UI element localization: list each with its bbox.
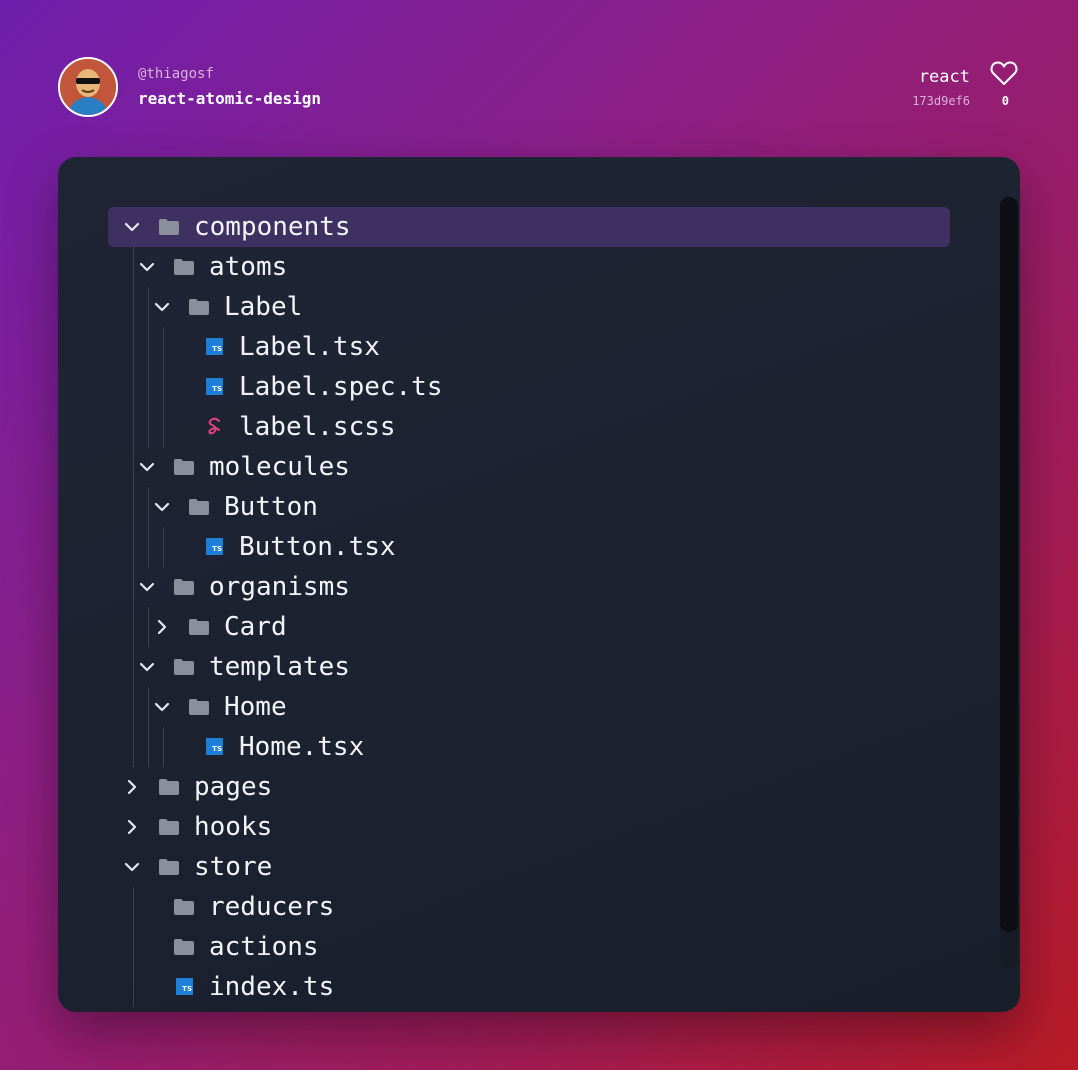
tree-file-item[interactable]: TS Home.tsx <box>58 727 1020 767</box>
indent-guide <box>148 607 149 647</box>
chevron-right-icon[interactable] <box>154 619 170 635</box>
chevron-down-icon[interactable] <box>139 659 155 675</box>
indent-guide <box>133 247 134 767</box>
chevron-down-icon[interactable] <box>124 219 140 235</box>
sass-file-icon <box>208 417 220 435</box>
indent-guide <box>148 487 149 567</box>
indent-guide <box>163 727 164 767</box>
tree-item-label: index.ts <box>209 972 335 1002</box>
tree-file-item[interactable]: label.scss <box>58 407 1020 447</box>
indent-guide <box>148 687 149 767</box>
tree-file-item[interactable]: TS index.ts <box>58 967 1020 1007</box>
tree-folder-item[interactable]: store <box>58 847 1020 887</box>
author-handle[interactable]: @thiagosf <box>138 66 214 82</box>
folder-icon <box>174 459 194 475</box>
chevron-down-icon[interactable] <box>154 299 170 315</box>
tree-file-item[interactable]: TS Label.spec.ts <box>58 367 1020 407</box>
chevron-right-icon[interactable] <box>124 779 140 795</box>
file-tree-panel: components atoms Label TS Label.tsx TS Label.s… <box>58 157 1020 1012</box>
typescript-file-icon: TS <box>206 338 223 355</box>
folder-icon <box>189 299 209 315</box>
tree-folder-item[interactable]: Label <box>58 287 1020 327</box>
chevron-down-icon[interactable] <box>139 459 155 475</box>
tree-folder-item[interactable]: pages <box>58 767 1020 807</box>
tree-item-label: store <box>194 852 273 882</box>
folder-icon <box>159 819 179 835</box>
tree-folder-item[interactable]: hooks <box>58 807 1020 847</box>
header: @thiagosf react-atomic-design react 173d… <box>58 57 1020 117</box>
tree-item-label: molecules <box>209 452 350 482</box>
tree-folder-item[interactable]: molecules <box>58 447 1020 487</box>
tree-item-label: hooks <box>194 812 273 842</box>
chevron-right-icon[interactable] <box>124 819 140 835</box>
likes-count: 0 <box>1001 94 1009 108</box>
tree-item-label: components <box>194 212 351 242</box>
tree-folder-item[interactable]: Button <box>58 487 1020 527</box>
tree-item-label: pages <box>194 772 273 802</box>
typescript-file-icon: TS <box>206 538 223 555</box>
tree-item-label: templates <box>209 652 350 682</box>
tree-file-item[interactable]: TS Button.tsx <box>58 527 1020 567</box>
folder-icon <box>189 619 209 635</box>
folder-icon <box>174 939 194 955</box>
tree-item-label: reducers <box>209 892 335 922</box>
chevron-down-icon[interactable] <box>154 499 170 515</box>
folder-icon <box>159 219 179 235</box>
indent-guide <box>163 327 164 447</box>
tree-item-label: Home <box>224 692 287 722</box>
tree-item-label: Button.tsx <box>239 532 396 562</box>
folder-icon <box>174 259 194 275</box>
avatar[interactable] <box>58 57 118 117</box>
folder-icon <box>189 499 209 515</box>
tree-item-label: actions <box>209 932 319 962</box>
tree-item-label: Card <box>224 612 287 642</box>
indent-guide <box>163 527 164 567</box>
chevron-down-icon[interactable] <box>154 699 170 715</box>
chevron-down-icon[interactable] <box>139 259 155 275</box>
folder-icon <box>174 579 194 595</box>
language-label: react <box>918 67 970 87</box>
indent-guide <box>133 887 134 1007</box>
tree-folder-item[interactable]: organisms <box>58 567 1020 607</box>
typescript-file-icon: TS <box>206 378 223 395</box>
folder-icon <box>174 899 194 915</box>
chevron-down-icon[interactable] <box>124 859 140 875</box>
heart-icon[interactable] <box>990 60 1018 86</box>
scrollbar[interactable] <box>1000 197 1018 969</box>
file-tree: components atoms Label TS Label.tsx TS Label.s… <box>58 207 1020 1007</box>
tree-item-label: Label.spec.ts <box>239 372 443 402</box>
folder-icon <box>159 779 179 795</box>
repo-name[interactable]: react-atomic-design <box>138 89 321 108</box>
tree-folder-item[interactable]: components <box>58 207 1020 247</box>
folder-icon <box>174 659 194 675</box>
tree-item-label: Button <box>224 492 318 522</box>
folder-icon <box>189 699 209 715</box>
typescript-file-icon: TS <box>176 978 193 995</box>
tree-folder-item[interactable]: actions <box>58 927 1020 967</box>
tree-folder-item[interactable]: reducers <box>58 887 1020 927</box>
tree-item-label: Label.tsx <box>239 332 380 362</box>
tree-item-label: atoms <box>209 252 288 282</box>
scrollbar-thumb[interactable] <box>1000 197 1018 932</box>
indent-guide <box>148 287 149 447</box>
tree-item-label: Home.tsx <box>239 732 365 762</box>
tree-item-label: Label <box>224 292 303 322</box>
commit-hash: 173d9ef6 <box>912 94 970 108</box>
tree-folder-item[interactable]: templates <box>58 647 1020 687</box>
tree-file-item[interactable]: TS Label.tsx <box>58 327 1020 367</box>
folder-icon <box>159 859 179 875</box>
chevron-down-icon[interactable] <box>139 579 155 595</box>
tree-item-label: organisms <box>209 572 350 602</box>
typescript-file-icon: TS <box>206 738 223 755</box>
tree-folder-item[interactable]: atoms <box>58 247 1020 287</box>
tree-item-label: label.scss <box>239 412 396 442</box>
tree-folder-item[interactable]: Card <box>58 607 1020 647</box>
tree-folder-item[interactable]: Home <box>58 687 1020 727</box>
